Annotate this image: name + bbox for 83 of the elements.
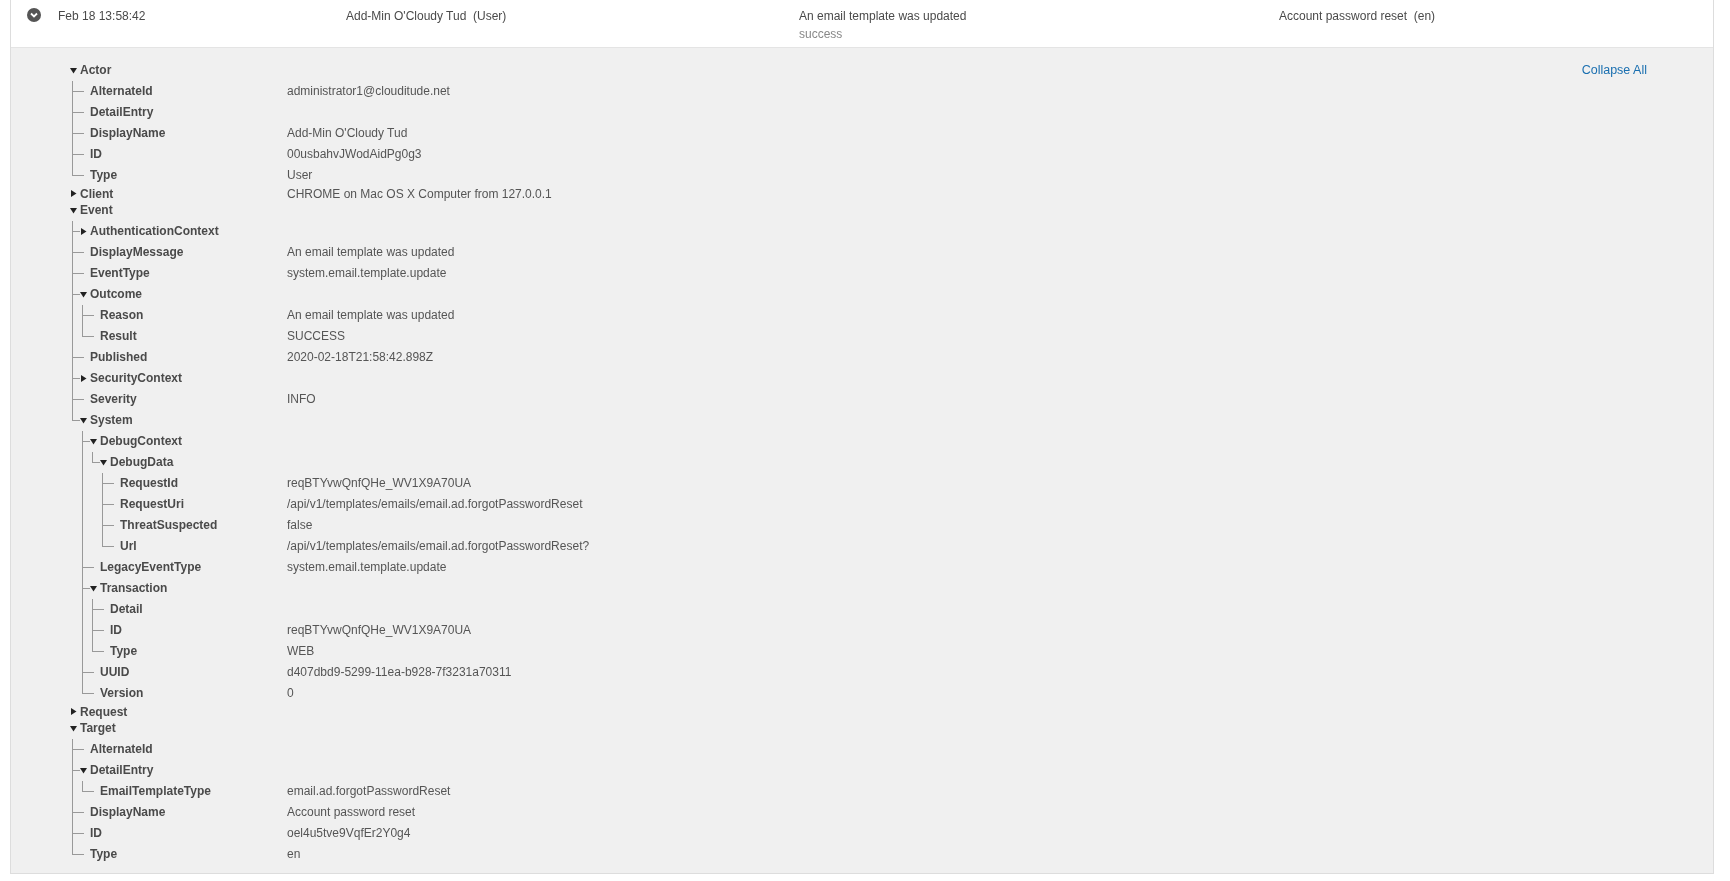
caret-icon[interactable] — [80, 227, 87, 235]
field-value: reqBTYvwQnfQHe_WV1X9A70UA — [287, 476, 472, 490]
field-label: Published — [90, 350, 148, 364]
field-label: AuthenticationContext — [90, 224, 219, 238]
caret-icon[interactable] — [80, 374, 87, 382]
field-label: Detail — [110, 602, 143, 616]
field-value: INFO — [287, 392, 316, 406]
caret-icon[interactable] — [90, 584, 97, 592]
field-label: ThreatSuspected — [120, 518, 218, 532]
field-label: Actor — [80, 63, 112, 78]
field-label: Request — [80, 704, 128, 719]
field-label: Type — [90, 168, 118, 182]
field-label: Outcome — [90, 287, 142, 301]
field-label: Result — [100, 329, 137, 343]
field-value: WEB — [287, 644, 315, 658]
field-value: /api/v1/templates/emails/email.ad.forgotPasswordReset? — [287, 539, 590, 553]
field-label: Type — [110, 644, 138, 658]
field-value: en — [287, 847, 301, 861]
field-value: 0 — [287, 686, 294, 700]
caret-icon[interactable] — [80, 766, 87, 774]
field-label: Url — [120, 539, 137, 553]
field-label: DisplayName — [90, 805, 166, 819]
caret-icon[interactable] — [70, 206, 77, 214]
field-label: SecurityContext — [90, 371, 183, 385]
field-label: DetailEntry — [90, 105, 154, 119]
field-label: UUID — [100, 665, 130, 679]
field-label: Type — [90, 847, 118, 861]
field-value: reqBTYvwQnfQHe_WV1X9A70UA — [287, 623, 472, 637]
field-value: false — [287, 518, 313, 532]
field-value: User — [287, 168, 313, 182]
event-time: Feb 18 13:58:42 — [58, 8, 147, 25]
field-value: /api/v1/templates/emails/email.ad.forgotPasswordReset — [287, 497, 583, 511]
field-label: DisplayMessage — [90, 245, 184, 259]
field-value: An email template was updated — [287, 245, 455, 259]
field-label: Reason — [100, 308, 144, 322]
field-label: DetailEntry — [90, 763, 154, 777]
field-label: EventType — [90, 266, 150, 280]
caret-icon[interactable] — [100, 458, 107, 466]
field-label: Target — [80, 721, 116, 736]
field-value: system.email.template.update — [287, 266, 447, 280]
event-actor: Add-Min O'Cloudy Tud (User) — [346, 8, 508, 25]
field-label: DebugContext — [100, 434, 182, 448]
field-label: AlternateId — [90, 742, 153, 756]
caret-icon[interactable] — [70, 190, 77, 198]
field-value: SUCCESS — [287, 329, 345, 343]
field-value: system.email.template.update — [287, 560, 447, 574]
field-value: Add-Min O'Cloudy Tud — [287, 126, 408, 140]
event-outcome: success — [799, 27, 844, 41]
field-value: CHROME on Mac OS X Computer from 127.0.0.1 — [287, 186, 552, 201]
field-label: ID — [110, 623, 122, 637]
field-label: DebugData — [110, 455, 174, 469]
field-label: RequestId — [120, 476, 178, 490]
field-label: Event — [80, 203, 113, 218]
field-label: ID — [90, 826, 102, 840]
caret-icon[interactable] — [70, 724, 77, 732]
field-label: System — [90, 413, 133, 427]
caret-icon[interactable] — [70, 708, 77, 716]
field-label: Transaction — [100, 581, 168, 595]
field-value: email.ad.forgotPasswordReset — [287, 784, 451, 798]
field-value: d407dbd9-5299-11ea-b928-7f3231a70311 — [287, 665, 512, 679]
field-label: RequestUri — [120, 497, 184, 511]
caret-icon[interactable] — [80, 290, 87, 298]
collapse-all-link[interactable]: Collapse All — [1581, 63, 1647, 77]
event-target: Account password reset (en) — [1279, 8, 1436, 25]
field-value: oel4u5tve9VqfEr2Y0g4 — [287, 826, 411, 840]
field-label: EmailTemplateType — [100, 784, 211, 798]
caret-icon[interactable] — [70, 66, 77, 74]
chevron-icon[interactable] — [27, 8, 41, 22]
field-label: Client — [80, 186, 114, 201]
caret-icon[interactable] — [90, 437, 97, 445]
field-label: LegacyEventType — [100, 560, 202, 574]
caret-icon[interactable] — [80, 416, 87, 424]
field-label: DisplayName — [90, 126, 166, 140]
field-label: Severity — [90, 392, 137, 406]
field-value: 2020-02-18T21:58:42.898Z — [287, 350, 434, 364]
event-message: An email template was updated — [799, 9, 968, 23]
field-value: An email template was updated — [287, 308, 455, 322]
field-value: administrator1@clouditude.net — [287, 84, 450, 98]
field-label: ID — [90, 147, 102, 161]
field-label: AlternateId — [90, 84, 153, 98]
field-value: Account password reset — [287, 805, 416, 819]
field-label: Version — [100, 686, 144, 700]
field-value: 00usbahvJWodAidPg0g3 — [287, 147, 422, 161]
